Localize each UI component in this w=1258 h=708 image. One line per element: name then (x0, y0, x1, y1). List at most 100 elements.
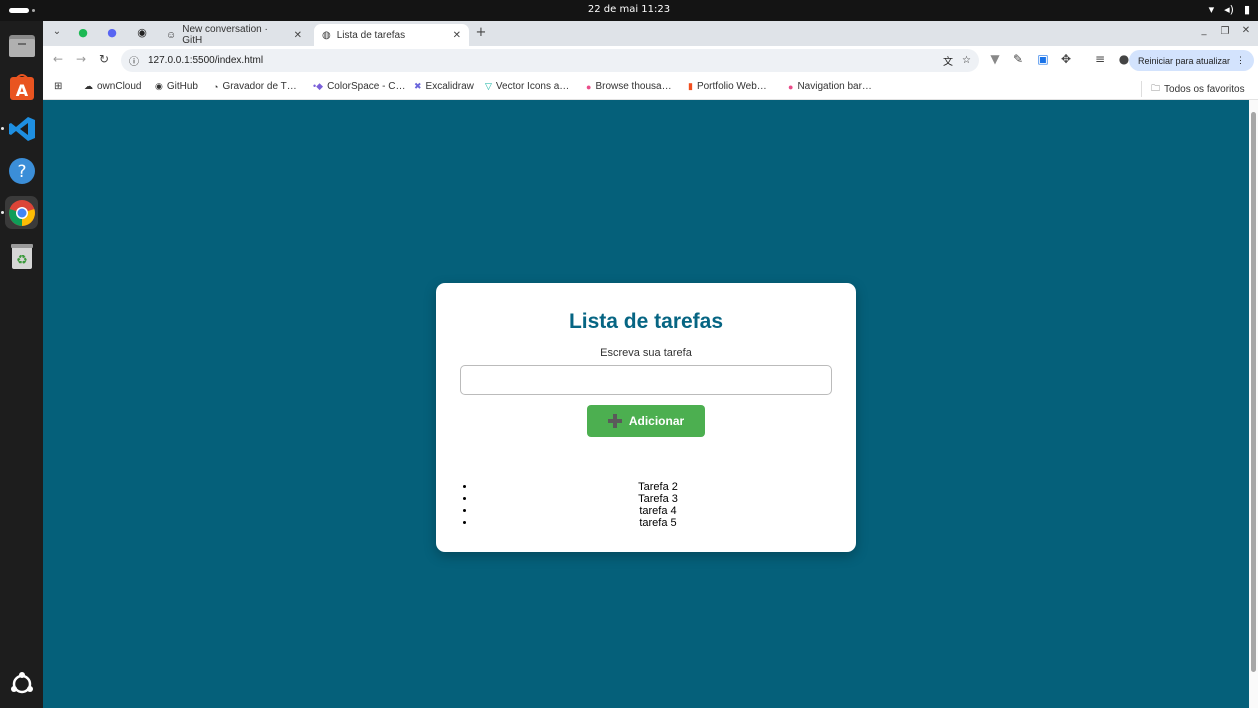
bookmarks-bar: ⊞ ☁ ownCloud ◉ GitHub ◔ Gravador de T… •◆ Co… (43, 74, 1258, 100)
list-item: tarefa 5 (476, 517, 840, 529)
excalidraw-icon: ✖ (414, 81, 422, 91)
running-indicator (1, 127, 4, 130)
update-button[interactable]: Reiniciar para atualizar ⋮ (1128, 50, 1254, 71)
bookmark-label: Excalidraw (425, 81, 474, 92)
svg-text:♻: ♻ (16, 253, 28, 268)
system-top-bar: 22 de mai 11:23 ▾ ◂) ▮ (0, 0, 1258, 21)
color-picker-icon[interactable]: ✎ (1010, 52, 1026, 66)
cloud-icon: ☁ (84, 81, 93, 91)
tab-strip: ⌄ ● ● ◉ ☺ New conversation · GitH ✕ ◍ Li… (43, 21, 1258, 46)
bookmark-label: ownCloud (97, 81, 142, 92)
files-app-icon[interactable] (5, 29, 38, 62)
back-icon[interactable]: ← (50, 52, 66, 66)
folder-icon: 🗀 (1151, 83, 1161, 93)
task-input-label: Escreva sua tarefa (600, 347, 692, 359)
add-task-label: Adicionar (628, 414, 685, 428)
running-indicator (1, 211, 4, 214)
plus-icon (607, 414, 622, 428)
bookmark-owncloud[interactable]: ☁ ownCloud (84, 81, 141, 92)
tab-new-conversation[interactable]: ☺ New conversation · GitH ✕ (158, 24, 310, 46)
todo-card: Lista de tarefas Escreva sua tarefa Adic… (436, 283, 856, 552)
apps-grid-icon[interactable]: ⊞ (54, 81, 62, 92)
vector-icon: ▽ (485, 81, 492, 91)
colorspace-icon: •◆ (313, 81, 324, 91)
menu-kebab-icon: ⋮ (1236, 55, 1245, 65)
help-icon[interactable]: ? (5, 154, 38, 187)
reload-icon[interactable]: ↻ (96, 52, 112, 66)
vue-devtools-icon[interactable]: ▼ (987, 52, 1003, 66)
address-text[interactable]: 127.0.0.1:5500/index.html (148, 55, 263, 66)
chrome-window: ⌄ ● ● ◉ ☺ New conversation · GitH ✕ ◍ Li… (43, 21, 1258, 708)
bookmark-portfolio[interactable]: ▮ Portfolio Web… (688, 81, 767, 92)
all-bookmarks[interactable]: 🗀 Todos os favoritos (1141, 81, 1245, 97)
bookmark-gravador[interactable]: ◔ Gravador de T… (213, 81, 297, 92)
system-clock[interactable]: 22 de mai 11:23 (0, 4, 1258, 15)
browser-toolbar: ← → ↻ ⓘ 127.0.0.1:5500/index.html 文 ☆ ▼ … (43, 46, 1258, 74)
bookmark-label: GitHub (166, 81, 198, 92)
page-viewport: Lista de tarefas Escreva sua tarefa Adic… (43, 100, 1249, 708)
minimize-icon[interactable]: _ (1196, 25, 1212, 36)
list-item: tarefa 4 (476, 505, 840, 517)
update-label: Reiniciar para atualizar (1137, 55, 1230, 66)
copilot-icon: ☺ (166, 29, 177, 41)
bookmark-excalidraw[interactable]: ✖ Excalidraw (414, 81, 474, 92)
bookmark-label: Gravador de T… (222, 81, 297, 92)
tab-label: New conversation · GitH (182, 24, 268, 46)
svg-text:?: ? (17, 162, 26, 182)
restore-icon[interactable]: ❐ (1217, 26, 1233, 37)
bookmark-vector-icons[interactable]: ▽ Vector Icons a… (485, 81, 569, 92)
forward-icon[interactable]: → (73, 52, 89, 66)
bookmark-label: ColorSpace - C… (327, 81, 406, 92)
tab-lista-de-tarefas[interactable]: ◍ Lista de tarefas ✕ (314, 24, 469, 46)
globe-icon: ◍ (322, 29, 331, 41)
address-bar[interactable]: ⓘ 127.0.0.1:5500/index.html 文 ☆ (121, 49, 979, 72)
close-tab-icon[interactable]: ✕ (294, 30, 302, 41)
show-apps-icon[interactable] (5, 667, 38, 700)
app-center-icon[interactable]: A (5, 70, 38, 103)
translate-icon[interactable]: 文 (943, 53, 953, 68)
vscode-icon[interactable] (5, 112, 38, 145)
new-tab-icon[interactable]: + (473, 25, 489, 40)
bookmark-label: Navigation bar… (797, 81, 872, 92)
page-title: Lista de tarefas (568, 310, 724, 333)
scrollbar-thumb[interactable] (1251, 112, 1256, 672)
tab-label: Lista de tarefas (336, 29, 406, 41)
list-item: Tarefa 2 (476, 481, 840, 493)
bookmark-browse[interactable]: ● Browse thousa… (586, 81, 672, 92)
close-window-icon[interactable]: ✕ (1238, 25, 1254, 36)
trash-icon[interactable]: ♻ (5, 239, 38, 272)
bookmark-label: Todos os favoritos (1164, 83, 1245, 95)
bookmark-star-icon[interactable]: ☆ (962, 55, 971, 66)
figma-icon: ▮ (688, 81, 693, 91)
site-info-icon[interactable]: ⓘ (129, 53, 139, 68)
bookmark-colorspace[interactable]: •◆ ColorSpace - C… (313, 81, 405, 92)
svg-text:A: A (15, 81, 28, 100)
github-icon: ◉ (155, 81, 163, 91)
gravador-icon: ◔ (213, 81, 219, 92)
system-status-area[interactable]: ▾ ◂) ▮ (1209, 3, 1250, 16)
discord-tab-icon[interactable]: ● (104, 26, 120, 39)
bookmark-github[interactable]: ◉ GitHub (155, 81, 198, 92)
extension-icon[interactable]: ▣ (1035, 52, 1051, 66)
volume-icon: ◂) (1224, 3, 1234, 16)
wifi-icon: ▾ (1208, 3, 1215, 16)
dribbble-icon: ● (586, 81, 592, 92)
bookmark-navigation-bar[interactable]: ● Navigation bar… (788, 81, 872, 92)
extensions-puzzle-icon[interactable]: ✥ (1058, 52, 1074, 66)
reading-list-icon[interactable]: ≡ (1092, 52, 1108, 66)
page-scrollbar[interactable] (1249, 100, 1258, 708)
bookmark-label: Vector Icons a… (495, 81, 570, 92)
chrome-icon[interactable] (5, 196, 38, 229)
tab-search-icon[interactable]: ⌄ (49, 26, 65, 37)
spotify-tab-icon[interactable]: ● (75, 26, 91, 39)
task-input[interactable] (460, 365, 832, 395)
dribbble-icon: ● (788, 81, 794, 92)
dock: A ? ♻ (0, 21, 43, 708)
add-task-button[interactable]: Adicionar (587, 405, 705, 437)
task-list: Tarefa 2 Tarefa 3 tarefa 4 tarefa 5 (476, 481, 840, 529)
bookmark-label: Browse thousa… (595, 81, 672, 92)
github-tab-icon[interactable]: ◉ (134, 26, 150, 39)
bookmark-label: Portfolio Web… (696, 81, 767, 92)
close-tab-icon[interactable]: ✕ (453, 30, 461, 41)
list-item: Tarefa 3 (476, 493, 840, 505)
